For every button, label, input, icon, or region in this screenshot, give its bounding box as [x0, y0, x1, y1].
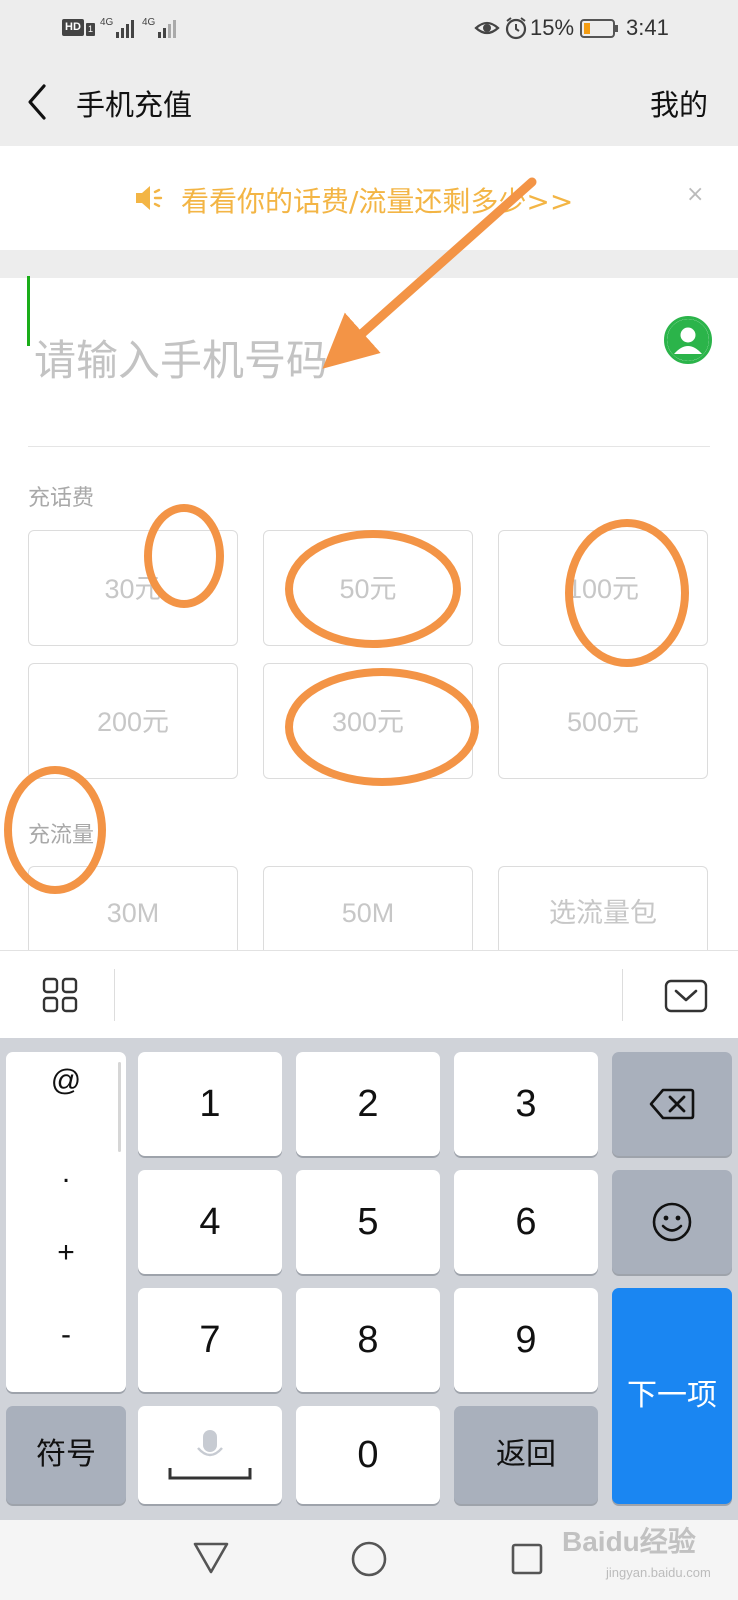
recent-apps-icon[interactable]	[510, 1542, 544, 1576]
key-6[interactable]: 6	[454, 1170, 598, 1274]
key-minus[interactable]: -	[6, 1318, 126, 1352]
baidu-watermark: Baidu经验	[562, 1526, 696, 1557]
key-7[interactable]: 7	[138, 1288, 282, 1392]
recharge-label: 充话费	[28, 486, 95, 511]
amount-30[interactable]: 30元	[28, 530, 238, 646]
key-dot[interactable]: .	[6, 1156, 126, 1190]
notice-text[interactable]: 看看你的话费/流量还剩多少>>	[181, 180, 573, 220]
amount-label: 50元	[339, 574, 397, 604]
toolbar-divider	[622, 969, 623, 1021]
notice-banner[interactable]: 看看你的话费/流量还剩多少>> ×	[0, 146, 738, 250]
data-option-label: 30M	[106, 898, 160, 928]
data-plan-label: 充流量	[28, 823, 95, 848]
data-option-label: 选流量包	[549, 898, 657, 928]
watermark-url: jingyan.baidu.com	[606, 1565, 711, 1580]
key-1[interactable]: 1	[138, 1052, 282, 1156]
eye-icon	[474, 21, 500, 35]
title-bar: 手机充值 我的	[0, 58, 738, 146]
amount-50[interactable]: 50元	[263, 530, 473, 646]
data-package[interactable]: 选流量包	[498, 866, 708, 950]
symbols-button[interactable]: 符号	[6, 1406, 126, 1504]
key-5[interactable]: 5	[296, 1170, 440, 1274]
key-3[interactable]: 3	[454, 1052, 598, 1156]
hd-badge: HD	[62, 19, 84, 36]
battery-icon	[580, 19, 618, 38]
grid-menu-icon[interactable]	[42, 977, 78, 1013]
key-4[interactable]: 4	[138, 1170, 282, 1274]
phone-number-input[interactable]	[28, 278, 648, 443]
return-button[interactable]: 返回	[454, 1406, 598, 1504]
key-8[interactable]: 8	[296, 1288, 440, 1392]
key-9[interactable]: 9	[454, 1288, 598, 1392]
sim-badge: 1	[86, 23, 95, 36]
emoji-button[interactable]	[612, 1170, 732, 1274]
back-triangle-icon[interactable]	[192, 1540, 230, 1576]
amount-200[interactable]: 200元	[28, 663, 238, 779]
side-symbol-panel[interactable]: @ . + -	[6, 1052, 126, 1392]
amount-label: 100元	[566, 574, 640, 604]
toolbar-divider	[114, 969, 115, 1021]
amount-label: 30元	[104, 574, 162, 604]
microphone-icon	[168, 1430, 252, 1480]
speaker-icon	[136, 186, 163, 210]
hide-keyboard-icon[interactable]	[664, 979, 708, 1013]
alarm-icon	[505, 17, 527, 40]
status-bar: HD 1 4G 4G 15% 3:41	[0, 0, 738, 58]
data-50m[interactable]: 50M	[263, 866, 473, 950]
divider	[28, 446, 710, 447]
key-plus[interactable]: +	[6, 1236, 126, 1270]
close-icon[interactable]: ×	[686, 182, 704, 207]
battery-percent: 15%	[530, 15, 575, 40]
amount-300[interactable]: 300元	[263, 663, 473, 779]
page-title: 手机充值	[76, 88, 193, 122]
amount-label: 500元	[566, 707, 640, 737]
next-field-button[interactable]: 下一项	[612, 1288, 732, 1504]
signal-icon: 4G	[100, 17, 134, 38]
smiley-icon	[652, 1202, 692, 1242]
key-0[interactable]: 0	[296, 1406, 440, 1504]
key-at[interactable]: @	[6, 1064, 126, 1098]
mine-link[interactable]: 我的	[650, 82, 708, 124]
data-30m[interactable]: 30M	[28, 866, 238, 950]
keyboard-toolbar	[0, 950, 738, 1038]
delete-button[interactable]	[612, 1052, 732, 1156]
back-arrow-icon[interactable]	[18, 78, 58, 126]
key-2[interactable]: 2	[296, 1052, 440, 1156]
side-scrollbar[interactable]	[118, 1062, 121, 1152]
home-circle-icon[interactable]	[350, 1540, 388, 1578]
amount-label: 200元	[96, 707, 170, 737]
signal-icon-2: 4G	[142, 17, 176, 38]
amount-label: 300元	[331, 707, 405, 737]
clock: 3:41	[626, 15, 669, 40]
network-type-2: 4G	[142, 17, 156, 28]
amount-500[interactable]: 500元	[498, 663, 708, 779]
text-caret	[27, 276, 30, 346]
voice-input-button[interactable]	[138, 1406, 282, 1504]
contact-icon[interactable]	[664, 316, 712, 364]
numeric-keyboard: @ . + - 1 2 3 4 5 6 7 8 9 下一项 符号 0 返回	[0, 1038, 738, 1520]
network-type-1: 4G	[100, 17, 114, 28]
data-option-label: 50M	[341, 898, 395, 928]
amount-100[interactable]: 100元	[498, 530, 708, 646]
backspace-icon	[649, 1088, 695, 1120]
